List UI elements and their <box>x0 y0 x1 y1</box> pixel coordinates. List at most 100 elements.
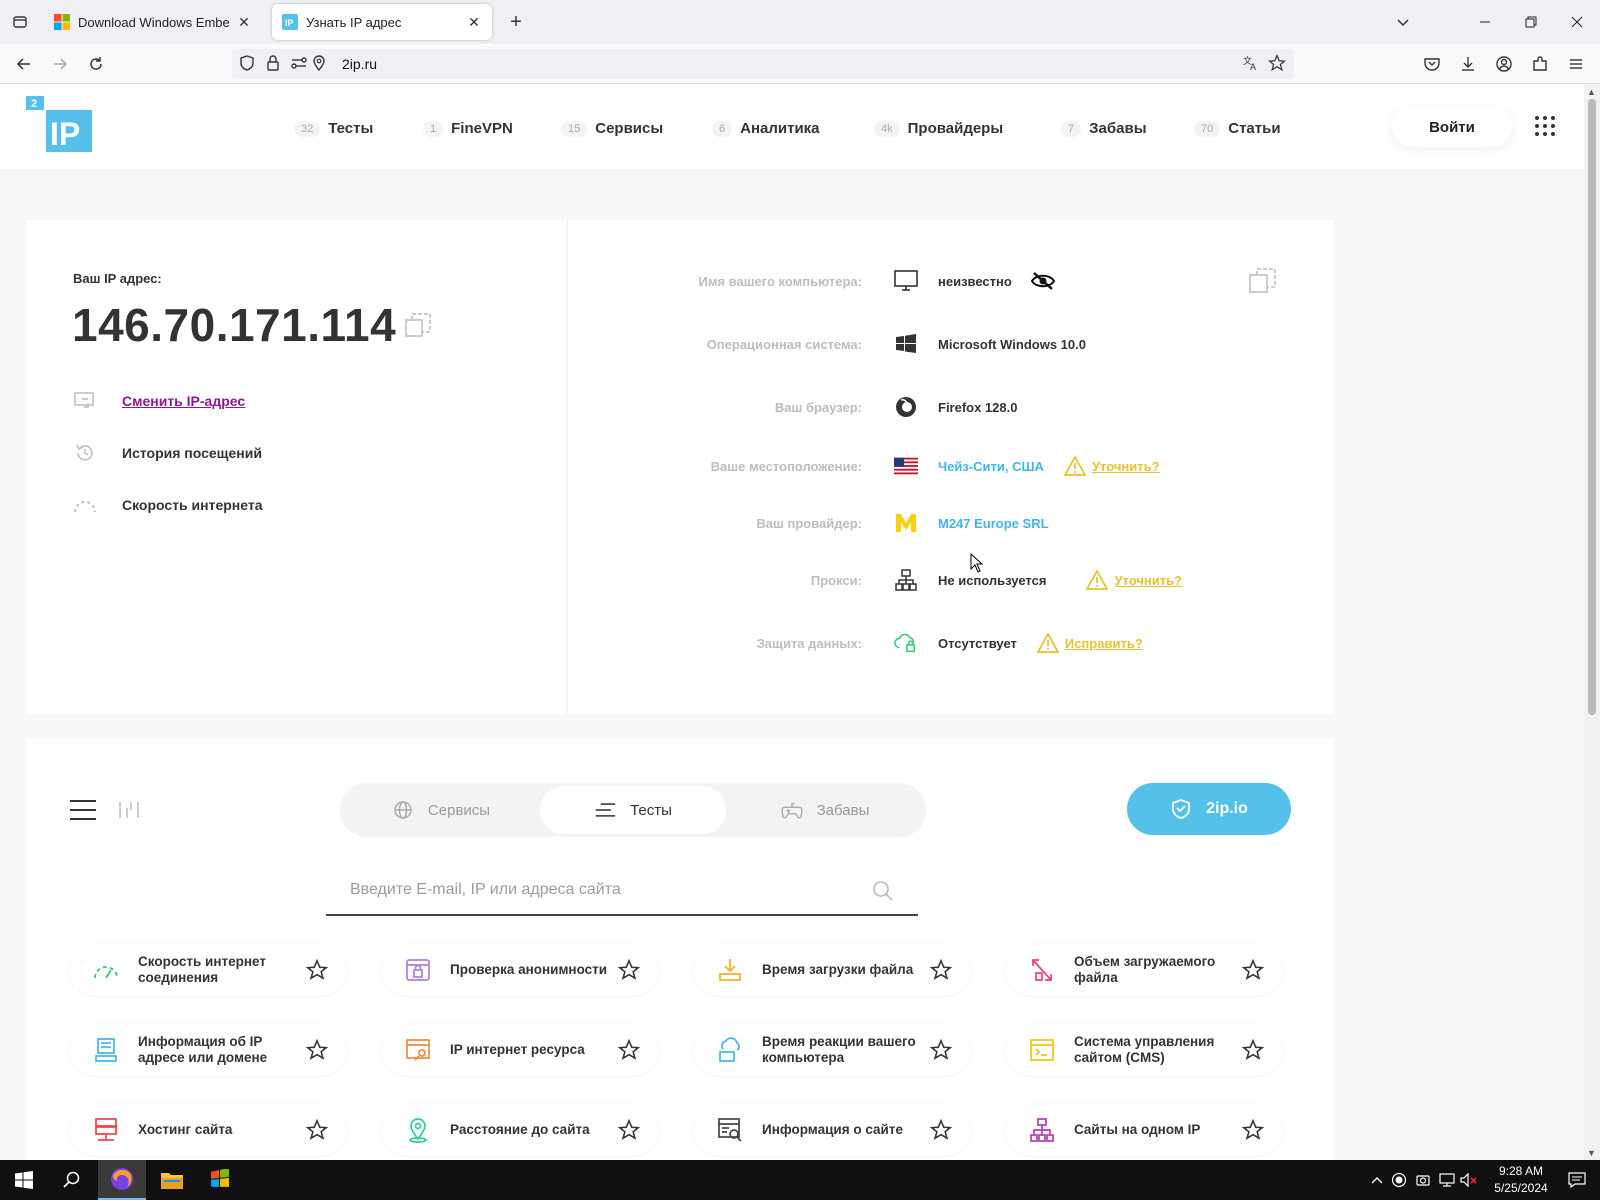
lock-icon[interactable] <box>264 54 282 77</box>
reload-icon[interactable] <box>84 52 108 76</box>
menu-providers[interactable]: 4k Провайдеры <box>874 120 1003 137</box>
url-text[interactable]: 2ip.ru <box>342 56 377 72</box>
service-tile-label[interactable]: Время загрузки файла <box>762 962 934 978</box>
login-button[interactable]: Войти <box>1392 107 1512 147</box>
scroll-up-icon[interactable]: ▲ <box>1587 87 1596 97</box>
service-tile-label[interactable]: IP интернет ресурса <box>450 1042 622 1058</box>
pocket-icon[interactable] <box>1420 52 1444 76</box>
service-tile[interactable]: IP интернет ресурса <box>382 1024 658 1076</box>
favorite-star-icon[interactable] <box>929 958 953 981</box>
service-tile[interactable]: Расстояние до сайта <box>382 1104 658 1156</box>
scroll-down-icon[interactable]: ▼ <box>1587 1148 1596 1158</box>
favorite-star-icon[interactable] <box>305 1118 329 1141</box>
action-center-icon[interactable] <box>1566 1171 1588 1189</box>
service-tile-label[interactable]: Информация о сайте <box>762 1122 934 1138</box>
service-tile[interactable]: Проверка анонимности <box>382 944 658 996</box>
copy-ip-icon[interactable] <box>404 312 432 340</box>
list-all-tabs-icon[interactable] <box>1380 0 1426 44</box>
service-tile[interactable]: Информация об IP адресе или домене <box>70 1024 346 1076</box>
service-tile-label[interactable]: Время реакции вашего компьютера <box>762 1034 934 1066</box>
service-tile[interactable]: Информация о сайте <box>694 1104 970 1156</box>
service-tile-label[interactable]: Система управления сайтом (CMS) <box>1074 1034 1246 1066</box>
segment-fun[interactable]: Забавы <box>732 786 918 834</box>
segment-services[interactable]: Сервисы <box>348 786 534 834</box>
favorite-star-icon[interactable] <box>929 1118 953 1141</box>
taskbar-file-explorer-icon[interactable] <box>148 1160 196 1200</box>
favorite-star-icon[interactable] <box>1241 958 1265 981</box>
tray-camera-icon[interactable] <box>1414 1171 1432 1189</box>
service-tile-label[interactable]: Сайты на одном IP <box>1074 1122 1246 1138</box>
favorite-star-icon[interactable] <box>617 958 641 981</box>
page-scrollbar[interactable]: ▲ ▼ <box>1584 85 1600 1160</box>
search-field[interactable]: Введите E-mail, IP или адреса сайта <box>326 864 918 916</box>
favorite-star-icon[interactable] <box>929 1038 953 1061</box>
service-tile[interactable]: Объем загружаемого файла <box>1006 944 1282 996</box>
minimize-icon[interactable] <box>1462 0 1508 44</box>
service-tile-label[interactable]: Информация об IP адресе или домене <box>138 1034 310 1066</box>
search-input[interactable]: Введите E-mail, IP или адреса сайта <box>350 881 621 899</box>
forward-icon[interactable] <box>48 52 72 76</box>
service-tile[interactable]: Хостинг сайта <box>70 1104 346 1156</box>
favorite-star-icon[interactable] <box>305 1038 329 1061</box>
close-tab-icon[interactable]: ✕ <box>236 14 252 30</box>
close-window-icon[interactable] <box>1554 0 1600 44</box>
favorite-star-icon[interactable] <box>617 1118 641 1141</box>
2ip-logo[interactable]: 2 IP <box>26 96 92 152</box>
service-tile-label[interactable]: Проверка анонимности <box>450 962 622 978</box>
tracking-protection-icon[interactable] <box>238 54 256 77</box>
segment-tests[interactable]: Тесты <box>540 786 726 834</box>
favorite-star-icon[interactable] <box>1241 1038 1265 1061</box>
menu-fun[interactable]: 7 Забавы <box>1061 120 1147 137</box>
tray-volume-muted-icon[interactable] <box>1460 1171 1478 1189</box>
scrollbar-thumb[interactable] <box>1588 99 1596 715</box>
taskbar-windows-store-icon[interactable] <box>196 1160 244 1200</box>
tab-2ip[interactable]: IP Узнать IP адрес ✕ <box>272 4 492 40</box>
service-tile-label[interactable]: Объем загружаемого файла <box>1074 954 1246 986</box>
service-tile[interactable]: Скорость интернет соединения <box>70 944 346 996</box>
service-tile-label[interactable]: Расстояние до сайта <box>450 1122 622 1138</box>
menu-list-icon[interactable] <box>70 800 96 820</box>
menu-tests[interactable]: 32 Тесты <box>294 120 373 137</box>
service-tile[interactable]: Время загрузки файла <box>694 944 970 996</box>
back-icon[interactable] <box>12 52 36 76</box>
downloads-icon[interactable] <box>1456 52 1480 76</box>
permissions-icon[interactable] <box>290 54 308 77</box>
close-tab-icon[interactable]: ✕ <box>466 14 482 30</box>
service-tile[interactable]: Система управления сайтом (CMS) <box>1006 1024 1282 1076</box>
service-tile-label[interactable]: Хостинг сайта <box>138 1122 310 1138</box>
show-hidden-icons-icon[interactable] <box>1368 1171 1386 1189</box>
menu-articles[interactable]: 70 Статьи <box>1194 120 1281 137</box>
taskbar-firefox-icon[interactable] <box>98 1160 146 1200</box>
2ip-io-button[interactable]: 2ip.io <box>1127 783 1291 835</box>
menu-services[interactable]: 15 Сервисы <box>561 120 663 137</box>
favorite-star-icon[interactable] <box>305 958 329 981</box>
hidden-eye-icon[interactable] <box>1030 271 1056 291</box>
location-warning[interactable]: Уточнить? <box>1063 456 1160 476</box>
taskbar-clock[interactable]: 9:28 AM 5/25/2024 <box>1478 1163 1564 1197</box>
bookmark-star-icon[interactable] <box>1267 53 1287 77</box>
service-tile[interactable]: Сайты на одном IP <box>1006 1104 1282 1156</box>
search-icon[interactable] <box>872 880 894 902</box>
menu-analytics[interactable]: 6 Аналитика <box>712 120 820 137</box>
proxy-warning[interactable]: Уточнить? <box>1086 570 1182 590</box>
ip-address-value[interactable]: 146.70.171.114 <box>72 298 396 352</box>
restore-icon[interactable] <box>1508 0 1554 44</box>
tab-download-windows[interactable]: Download Windows Embedded ✕ <box>44 4 262 40</box>
tray-record-icon[interactable] <box>1390 1171 1408 1189</box>
favorite-star-icon[interactable] <box>1241 1118 1265 1141</box>
taskbar-search-icon[interactable] <box>48 1160 96 1200</box>
extensions-icon[interactable] <box>1528 52 1552 76</box>
account-icon[interactable] <box>1492 52 1516 76</box>
start-button-icon[interactable] <box>0 1160 48 1200</box>
visit-history-link[interactable]: История посещений <box>73 441 262 465</box>
change-ip-link[interactable]: Сменить IP-адрес <box>73 389 245 413</box>
data-protection-warning[interactable]: Исправить? <box>1036 633 1143 653</box>
location-icon[interactable] <box>310 54 328 77</box>
translate-icon[interactable]: 文A <box>1242 54 1260 77</box>
service-tile[interactable]: Время реакции вашего компьютера <box>694 1024 970 1076</box>
app-menu-icon[interactable] <box>1564 52 1588 76</box>
grid-view-icon[interactable] <box>118 800 140 820</box>
new-tab-button[interactable]: + <box>504 10 528 34</box>
service-tile-label[interactable]: Скорость интернет соединения <box>138 954 310 986</box>
address-bar[interactable]: 2ip.ru 文A <box>232 49 1294 79</box>
